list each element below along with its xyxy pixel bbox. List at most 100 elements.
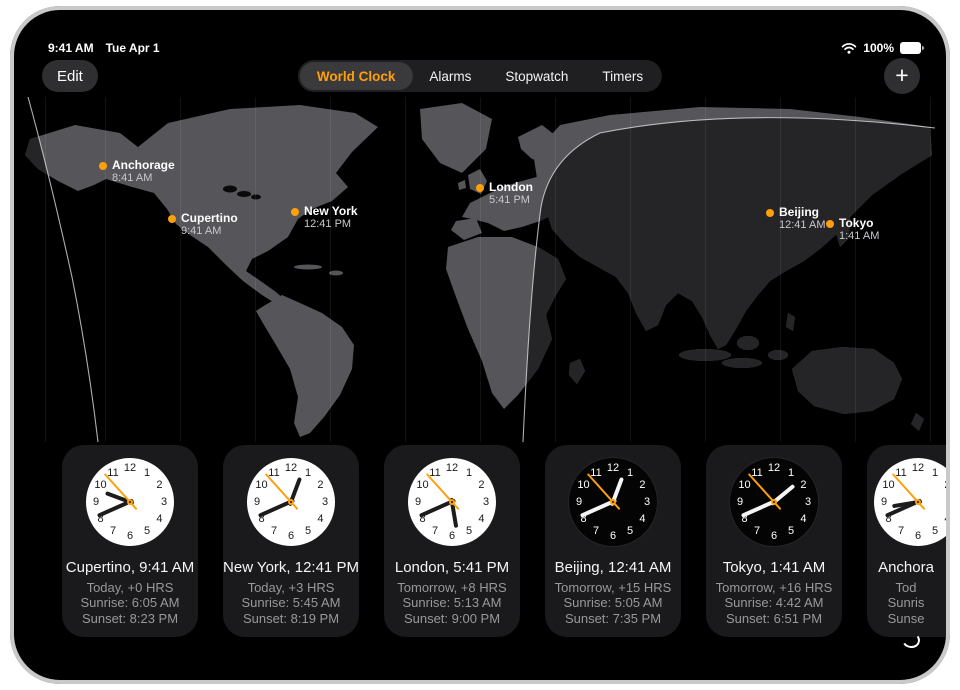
- card-sunset: Sunset: 7:35 PM: [545, 611, 681, 626]
- card-city-time: Anchora: [867, 559, 945, 576]
- battery-icon: [900, 42, 924, 54]
- battery-percent: 100%: [863, 41, 894, 55]
- clock-numeral: 1: [466, 467, 472, 479]
- clock-numeral: 5: [932, 525, 938, 537]
- clock-numeral: 2: [156, 479, 162, 491]
- world-clock-card-tokyo[interactable]: 123456789101112Tokyo, 1:41 AMTomorrow, +…: [706, 445, 842, 637]
- world-clock-card-new-york[interactable]: 123456789101112New York, 12:41 PMToday, …: [223, 445, 359, 637]
- world-clock-card-cupertino[interactable]: 123456789101112Cupertino, 9:41 AMToday, …: [62, 445, 198, 637]
- ipad-screen: 9:41 AM Tue Apr 1 100% Edit World ClockA…: [10, 6, 950, 684]
- clock-numeral: 7: [754, 525, 760, 537]
- status-time: 9:41 AM: [48, 41, 94, 55]
- clock-numeral: 4: [317, 513, 323, 525]
- tab-world-clock[interactable]: World Clock: [300, 62, 413, 90]
- map-city-name: Anchorage: [112, 158, 175, 172]
- clock-center-hub: [771, 499, 777, 505]
- clock-numeral: 9: [881, 496, 887, 508]
- clock-numeral: 3: [483, 496, 489, 508]
- clock-center-hub: [288, 499, 294, 505]
- toolbar: Edit World ClockAlarmsStopwatchTimers +: [10, 60, 950, 96]
- clock-numeral: 9: [415, 496, 421, 508]
- map-city-time: 12:41 PM: [304, 218, 351, 230]
- analog-clock: 123456789101112: [569, 458, 657, 546]
- clock-numeral: 12: [607, 462, 619, 474]
- card-sunset: Sunse: [867, 611, 945, 626]
- wifi-icon: [841, 42, 857, 54]
- world-map: Anchorage8:41 AMCupertino9:41 AMNew York…: [10, 97, 950, 442]
- world-clock-card-anchorage[interactable]: 123456789101112AnchoraTodSunrisSunse: [867, 445, 946, 637]
- clock-numeral: 3: [322, 496, 328, 508]
- clock-numeral: 3: [161, 496, 167, 508]
- card-sunrise: Sunrise: 5:13 AM: [384, 595, 520, 610]
- clock-numeral: 1: [788, 467, 794, 479]
- map-city-name: New York: [304, 204, 358, 218]
- tab-timers[interactable]: Timers: [585, 62, 660, 90]
- card-sunrise: Sunrise: 4:42 AM: [706, 595, 842, 610]
- city-dot-icon: [766, 209, 774, 217]
- world-clock-card-london[interactable]: 123456789101112London, 5:41 PMTomorrow, …: [384, 445, 520, 637]
- clock-numeral: 6: [449, 530, 455, 542]
- card-info: London, 5:41 PM Tomorrow, +8 HRSSunrise: …: [384, 559, 520, 626]
- clock-numeral: 6: [127, 530, 133, 542]
- clock-numeral: 2: [478, 479, 484, 491]
- card-info: Anchora TodSunrisSunse: [867, 559, 945, 626]
- clock-numeral: 7: [110, 525, 116, 537]
- clock-numeral: 2: [639, 479, 645, 491]
- clock-center-hub: [449, 499, 455, 505]
- card-info: Beijing, 12:41 AMTomorrow, +15 HRSSunris…: [545, 559, 681, 626]
- card-city-time: London, 5:41 PM: [384, 559, 520, 576]
- clock-numeral: 6: [915, 530, 921, 542]
- analog-clock: 123456789101112: [86, 458, 174, 546]
- world-clock-card-list: 123456789101112Cupertino, 9:41 AMToday, …: [62, 445, 946, 639]
- clock-numeral: 12: [768, 462, 780, 474]
- timezone-gridlines: [10, 97, 950, 442]
- edit-button[interactable]: Edit: [42, 60, 98, 92]
- clock-numeral: 5: [144, 525, 150, 537]
- clock-numeral: 10: [255, 479, 267, 491]
- card-sunrise: Sunris: [867, 595, 945, 610]
- tab-stopwatch[interactable]: Stopwatch: [488, 62, 585, 90]
- clock-numeral: 6: [610, 530, 616, 542]
- status-date: Tue Apr 1: [106, 41, 160, 55]
- clock-numeral: 10: [416, 479, 428, 491]
- tab-alarms[interactable]: Alarms: [412, 62, 488, 90]
- map-city-name: Tokyo: [839, 216, 873, 230]
- city-dot-icon: [826, 220, 834, 228]
- clock-numeral: 5: [627, 525, 633, 537]
- clock-numeral: 4: [156, 513, 162, 525]
- add-clock-button[interactable]: +: [884, 58, 920, 94]
- card-city-time: Cupertino, 9:41 AM: [62, 559, 198, 576]
- map-city-name: Beijing: [779, 205, 819, 219]
- clock-numeral: 9: [576, 496, 582, 508]
- map-city-time: 12:41 AM: [779, 219, 825, 231]
- clock-numeral: 12: [285, 462, 297, 474]
- card-sunrise: Sunrise: 6:05 AM: [62, 595, 198, 610]
- city-dot-icon: [291, 208, 299, 216]
- card-sunrise: Sunrise: 5:45 AM: [223, 595, 359, 610]
- card-sunset: Sunset: 8:23 PM: [62, 611, 198, 626]
- city-dot-icon: [99, 162, 107, 170]
- clock-center-hub: [127, 499, 133, 505]
- clock-numeral: 10: [577, 479, 589, 491]
- clock-numeral: 10: [94, 479, 106, 491]
- card-day-offset: Tod: [867, 580, 945, 595]
- clock-numeral: 1: [144, 467, 150, 479]
- map-city-time: 9:41 AM: [181, 225, 221, 237]
- clock-numeral: 6: [288, 530, 294, 542]
- card-info: New York, 12:41 PMToday, +3 HRSSunrise: …: [223, 559, 359, 626]
- card-sunset: Sunset: 8:19 PM: [223, 611, 359, 626]
- clock-numeral: 3: [644, 496, 650, 508]
- analog-clock: 123456789101112: [730, 458, 818, 546]
- world-clock-card-beijing[interactable]: 123456789101112Beijing, 12:41 AMTomorrow…: [545, 445, 681, 637]
- clock-numeral: 9: [93, 496, 99, 508]
- clock-numeral: 2: [944, 479, 946, 491]
- card-city-time: Beijing, 12:41 AM: [545, 559, 681, 576]
- city-dot-icon: [168, 215, 176, 223]
- card-city-time: New York, 12:41 PM: [223, 559, 359, 576]
- card-day-offset: Tomorrow, +16 HRS: [706, 580, 842, 595]
- clock-numeral: 1: [305, 467, 311, 479]
- clock-numeral: 12: [124, 462, 136, 474]
- card-day-offset: Tomorrow, +8 HRS: [384, 580, 520, 595]
- card-city-time: Tokyo, 1:41 AM: [706, 559, 842, 576]
- map-city-time: 5:41 PM: [489, 194, 530, 206]
